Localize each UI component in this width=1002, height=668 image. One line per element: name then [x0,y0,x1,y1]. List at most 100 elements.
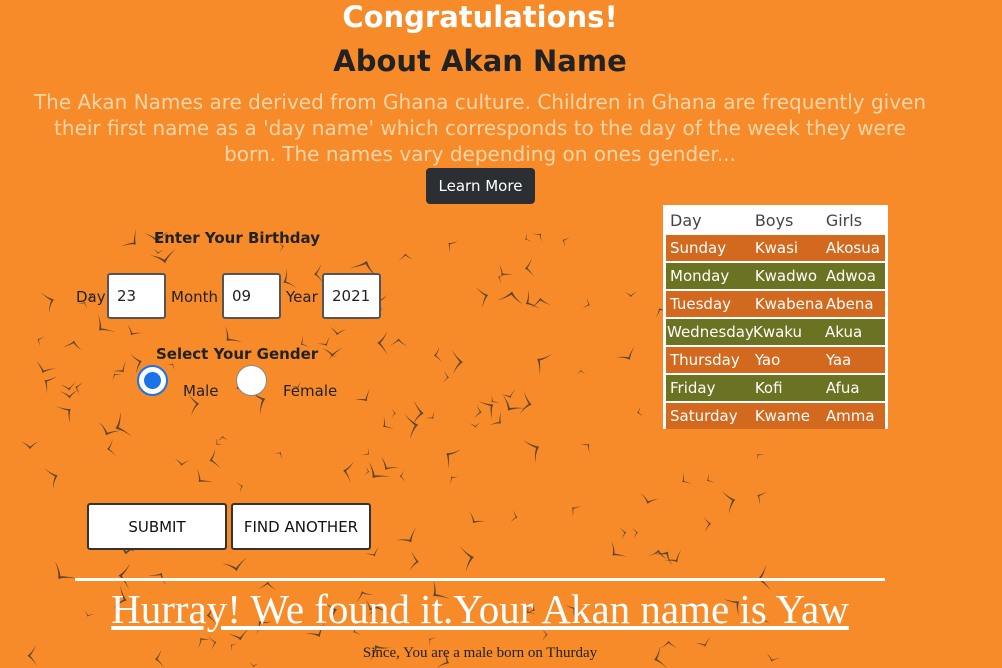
about-heading: About Akan Name [333,44,627,78]
year-input[interactable] [322,273,381,319]
bird-silhouette [448,240,459,254]
bird-silhouette [637,406,644,418]
bird-silhouette [522,439,540,464]
female-radio[interactable] [236,365,267,396]
bird-silhouette [398,253,414,261]
birthday-label: Enter Your Birthday [154,229,320,247]
bird-silhouette [653,551,673,566]
bird-silhouette [631,527,638,539]
table-row: Thursday Yao Yaa [666,347,885,373]
bird-silhouette [322,347,343,357]
bird-silhouette [459,546,474,572]
bird-silhouette [55,561,77,579]
bird-silhouette [451,349,463,375]
table-row: Tuesday Kwabena Abena [666,291,885,317]
akan-names-table: Day Boys Girls Sunday Kwasi Akosua Monda… [663,205,888,429]
male-radio[interactable] [137,365,168,396]
bird-silhouette [248,662,260,667]
bird-silhouette [469,422,481,428]
result-heading: Hurray! We found it.Your Akan name is Ya… [111,586,849,632]
bird-silhouette [273,452,283,460]
cell-day: Thursday [670,351,740,369]
find-another-button[interactable]: FIND ANOTHER [231,503,371,550]
about-description: The Akan Names are derived from Ghana cu… [33,90,927,166]
bird-silhouette [75,381,83,396]
bird-silhouette [44,468,58,490]
cell-boy: Kwabena [754,295,824,313]
day-input[interactable] [107,273,166,319]
bird-silhouette [37,335,45,348]
year-label: Year [286,288,318,306]
bird-silhouette [215,437,224,446]
bird-silhouette [525,289,540,309]
bird-silhouette [63,340,82,351]
bird-silhouette [174,458,191,466]
cell-boy: Kwasi [754,239,799,257]
bird-silhouette [619,526,627,541]
bird-silhouette [498,272,505,285]
bird-silhouette [572,505,582,518]
bird-silhouette [443,370,449,384]
bird-silhouette [624,291,638,298]
page-title: Congratulations! [342,0,618,34]
bird-silhouette [525,232,532,243]
bird-silhouette [111,373,122,382]
bird-silhouette [474,403,482,419]
bird-silhouette [389,338,407,346]
bird-silhouette [721,490,736,514]
cell-girl: Afua [825,379,860,397]
month-input[interactable] [222,273,281,319]
bird-silhouette [196,468,213,483]
cell-girl: Akua [825,323,863,341]
bird-silhouette [391,408,396,419]
bird-silhouette [399,470,406,483]
bird-silhouette [575,369,587,375]
bird-silhouette [107,439,117,457]
bird-silhouette [499,264,514,276]
bird-silhouette [328,354,338,361]
cell-girl: Abena [825,295,874,313]
bird-silhouette [757,491,768,506]
learn-more-button[interactable]: Learn More [426,168,535,204]
bird-silhouette [236,481,243,494]
header-girls: Girls [825,210,863,230]
bird-silhouette [317,335,331,346]
table-row: Monday Kwadwo Adwoa [666,263,885,289]
bird-silhouette [579,443,590,454]
bird-silhouette [222,557,248,571]
cell-day: Monday [670,267,730,285]
cell-boy: Yao [754,351,781,369]
bird-silhouette [354,388,371,402]
bird-silhouette [343,461,354,484]
table-row: Sunday Kwasi Akosua [666,235,885,261]
bird-silhouette [209,448,221,469]
bird-silhouette [503,395,525,411]
cell-boy: Kofi [754,379,783,397]
bird-silhouette [329,326,347,336]
bird-silhouette [44,375,57,394]
cell-day: Wednesday [667,323,754,341]
bird-silhouette [611,541,628,558]
bird-silhouette [409,550,419,571]
bird-silhouette [491,394,500,404]
day-label: Day [76,288,106,306]
bird-silhouette [425,410,435,419]
cell-day: Saturday [670,407,738,425]
cell-day: Sunday [670,239,727,257]
bird-silhouette [99,421,122,436]
bird-silhouette [112,360,127,373]
bird-silhouette [616,345,635,360]
bird-silhouette [152,248,165,254]
submit-button[interactable]: SUBMIT [87,503,227,550]
bird-silhouette [524,258,535,278]
female-label: Female [283,382,338,400]
cell-girl: Akosua [825,239,880,257]
bird-silhouette [115,411,132,437]
bird-silhouette [127,324,143,336]
bird-silhouette [510,509,518,523]
bird-silhouette [60,381,77,391]
bird-silhouette [640,493,660,504]
bird-silhouette [582,297,590,309]
bird-silhouette [501,389,516,399]
bird-silhouette [59,389,79,399]
